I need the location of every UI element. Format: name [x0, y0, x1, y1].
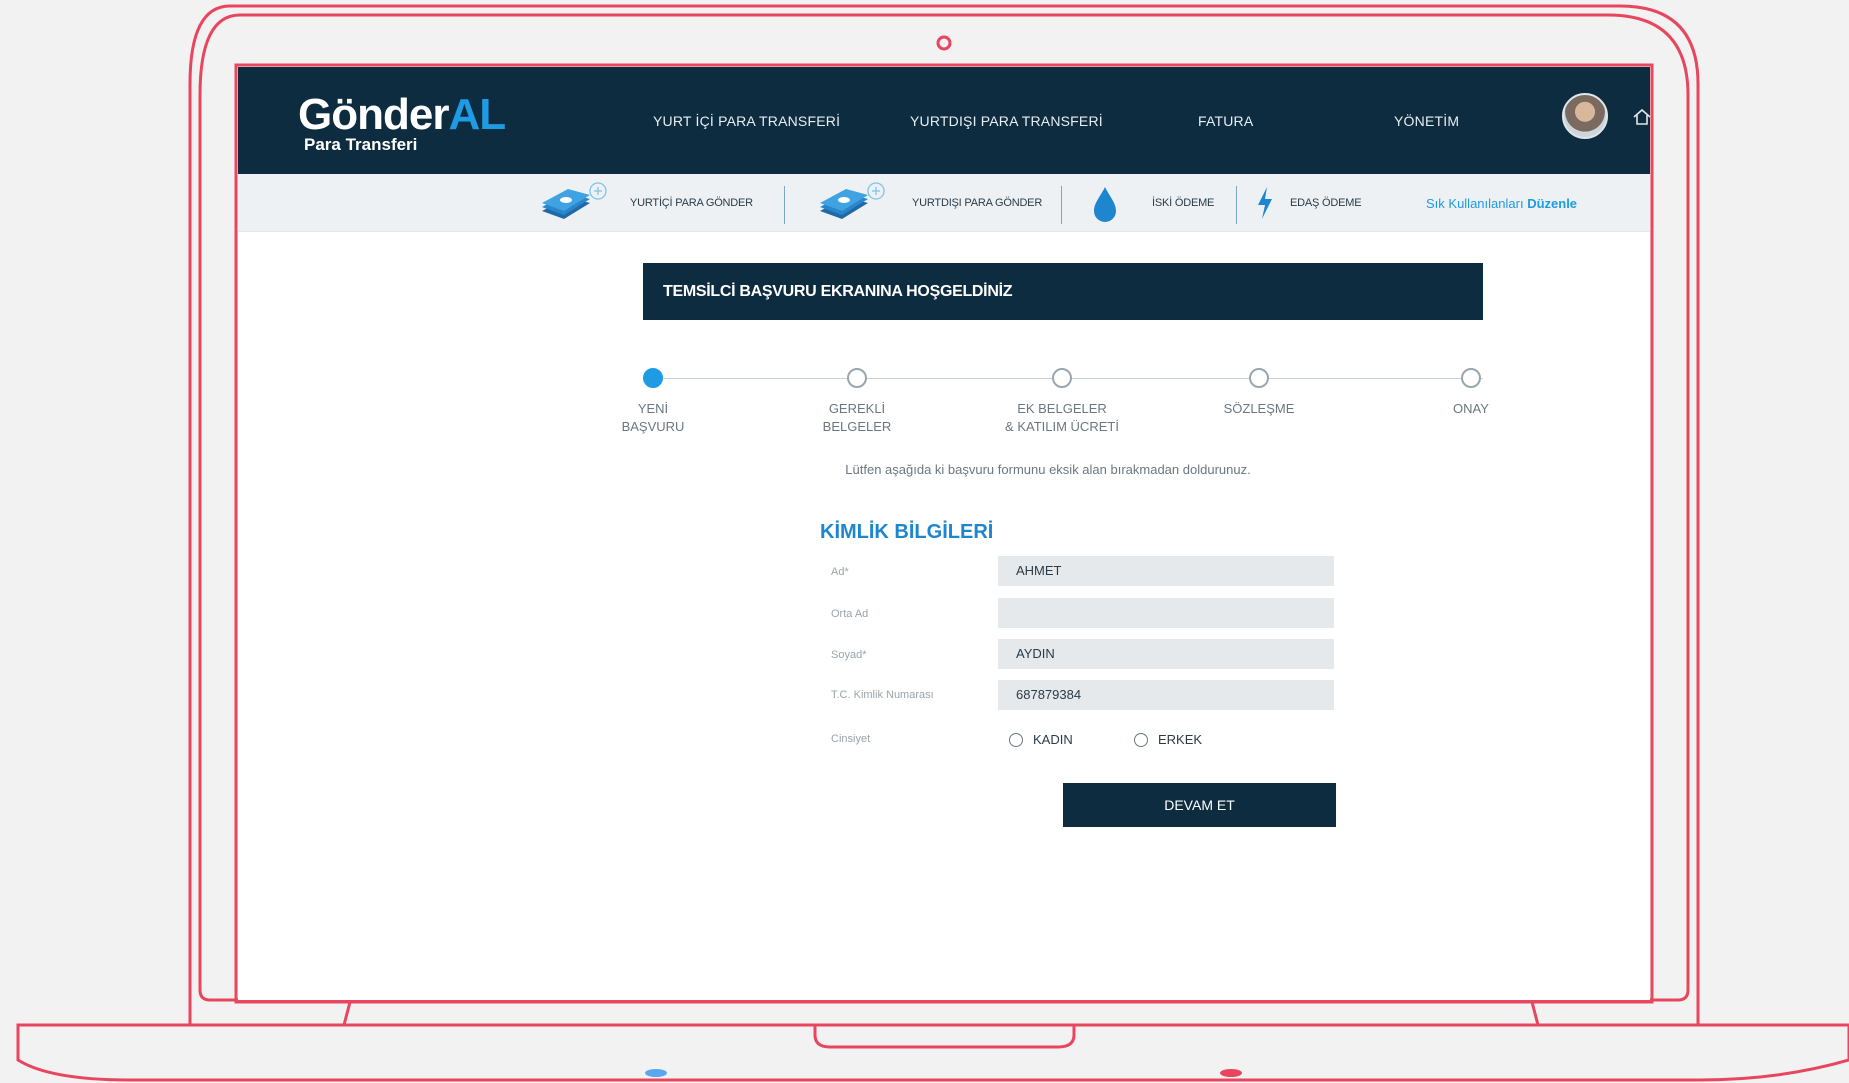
- first-name-field[interactable]: AHMET: [998, 556, 1334, 586]
- middle-name-label: Orta Ad: [831, 608, 869, 620]
- national-id-field[interactable]: 687879384: [998, 680, 1334, 710]
- lightning-icon: [1258, 187, 1272, 219]
- money-stack-plus-icon: [542, 182, 607, 219]
- identity-section-title: KİMLİK BİLGİLERİ: [820, 521, 994, 543]
- radio-circle-icon: [1134, 732, 1148, 747]
- step-dot-required-documents: [847, 368, 867, 388]
- money-stack-plus-icon: [820, 182, 885, 219]
- logo-text-primary: Gönder: [298, 90, 449, 139]
- gender-radio-female[interactable]: KADIN: [1009, 732, 1073, 747]
- welcome-banner: TEMSİLCİ BAŞVURU EKRANINA HOŞGELDİNİZ: [643, 263, 1483, 320]
- edit-favorites-bold: Düzenle: [1527, 196, 1578, 211]
- top-navbar: GönderAL Para Transferi YURT İÇİ PARA TR…: [238, 67, 1650, 174]
- shortcut-label: YURTİÇİ PARA GÖNDER: [630, 197, 753, 209]
- first-name-label: Ad*: [831, 566, 849, 578]
- national-id-label: T.C. Kimlik Numarası: [831, 689, 934, 701]
- shortcut-label: İSKİ ÖDEME: [1152, 197, 1215, 209]
- nav-item-invoice[interactable]: FATURA: [1198, 113, 1253, 129]
- gender-option-label: ERKEK: [1158, 732, 1203, 747]
- shortcut-domestic-send[interactable]: YURTİÇİ PARA GÖNDER: [538, 174, 753, 232]
- shortcut-label: EDAŞ ÖDEME: [1290, 197, 1362, 209]
- shortcut-label: YURTDIŞI PARA GÖNDER: [912, 197, 1043, 209]
- shortcut-divider: [1236, 186, 1237, 224]
- gender-option-label: KADIN: [1033, 732, 1073, 747]
- water-drop-icon: [1094, 187, 1116, 222]
- last-name-field[interactable]: AYDIN: [998, 639, 1334, 669]
- last-name-label: Soyad*: [831, 649, 867, 661]
- shortcut-iski-payment[interactable]: İSKİ ÖDEME: [1090, 174, 1214, 232]
- radio-circle-icon: [1009, 732, 1023, 747]
- nav-item-international-transfer[interactable]: YURTDIŞI PARA TRANSFERİ: [910, 113, 1103, 129]
- step-label-additional-documents: EK BELGELER & KATILIM ÜCRETİ: [1005, 401, 1119, 434]
- continue-button[interactable]: DEVAM ET: [1063, 783, 1336, 827]
- shortcut-bar: YURTİÇİ PARA GÖNDER YURTDIŞI PARA GÖNDER…: [238, 174, 1650, 232]
- shortcut-international-send[interactable]: YURTDIŞI PARA GÖNDER: [816, 174, 1042, 232]
- user-avatar[interactable]: [1562, 93, 1608, 139]
- shortcut-edas-payment[interactable]: EDAŞ ÖDEME: [1254, 174, 1362, 232]
- nav-item-management[interactable]: YÖNETİM: [1394, 113, 1459, 129]
- gender-label: Cinsiyet: [831, 733, 871, 745]
- logo-text-accent: AL: [448, 90, 506, 139]
- nav-item-domestic-transfer[interactable]: YURT İÇİ PARA TRANSFERİ: [653, 113, 840, 129]
- shortcut-divider: [1061, 186, 1062, 224]
- app-screen: GönderAL Para Transferi YURT İÇİ PARA TR…: [238, 67, 1650, 1000]
- edit-favorites-link[interactable]: Sık Kullanılanları Düzenle: [1426, 196, 1577, 211]
- step-label-required-documents: GEREKLİ BELGELER: [822, 401, 892, 434]
- step-label-new-application: YENİ BAŞVURU: [621, 401, 685, 434]
- step-dot-contract: [1249, 368, 1269, 388]
- form-instructions: Lütfen aşağıda ki başvuru formunu eksik …: [845, 462, 1251, 477]
- brand-logo[interactable]: GönderAL Para Transferi: [298, 90, 506, 155]
- gender-radio-male[interactable]: ERKEK: [1134, 732, 1202, 747]
- home-icon[interactable]: [1632, 107, 1650, 127]
- shortcut-divider: [784, 186, 785, 224]
- step-dot-new-application: [643, 368, 663, 388]
- step-dot-additional-documents: [1052, 368, 1072, 388]
- step-dot-approval: [1461, 368, 1481, 388]
- step-label-approval: ONAY: [1453, 401, 1489, 416]
- middle-name-field[interactable]: [998, 598, 1334, 628]
- edit-favorites-prefix: Sık Kullanılanları: [1426, 196, 1524, 211]
- step-label-contract: SÖZLEŞME: [1223, 401, 1295, 416]
